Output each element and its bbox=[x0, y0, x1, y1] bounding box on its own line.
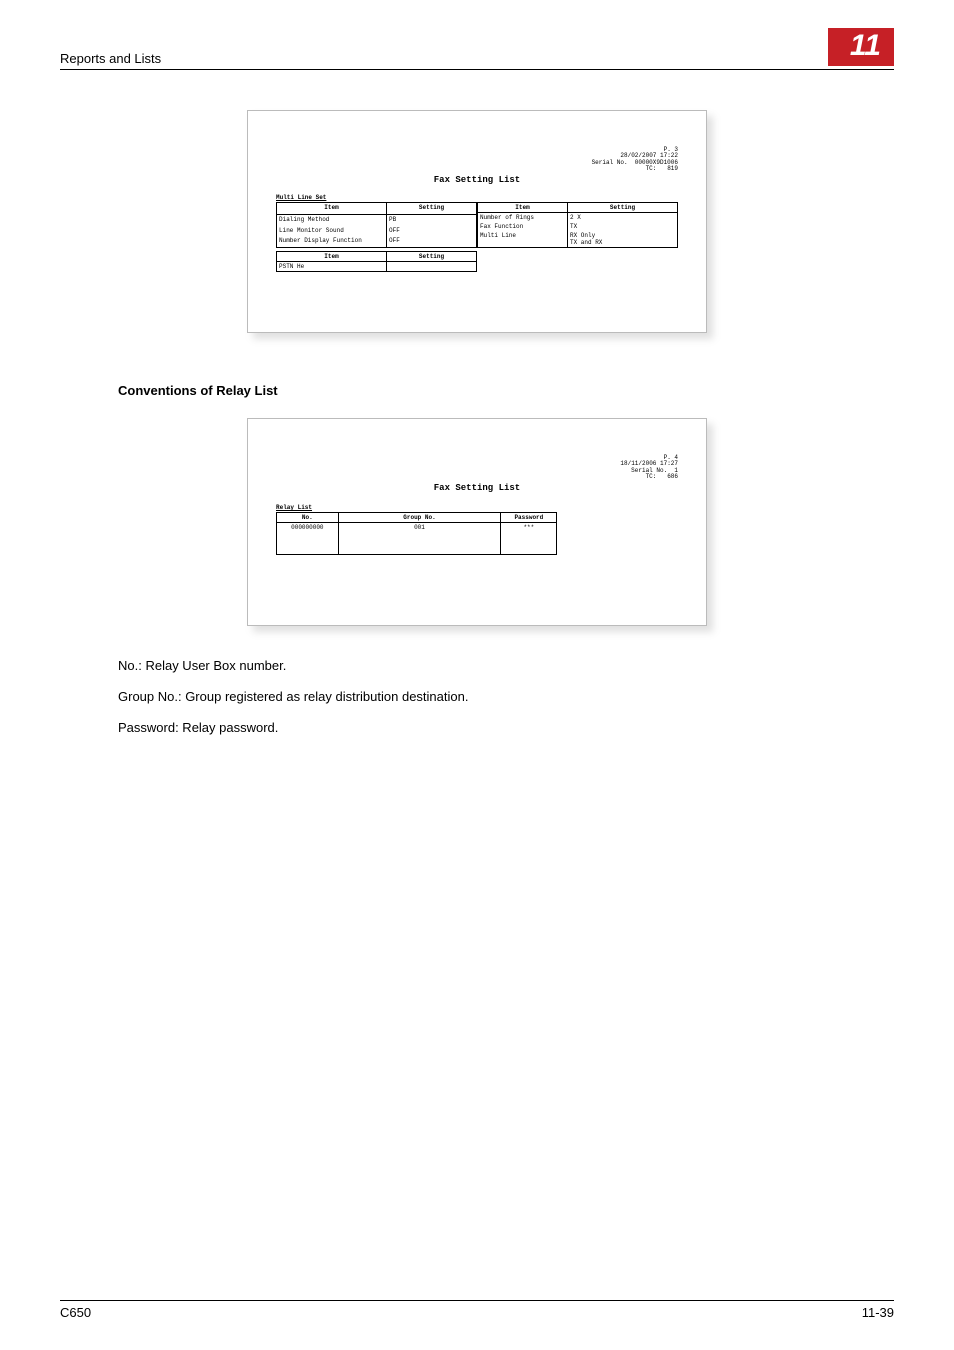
td-setting: OFF bbox=[387, 236, 477, 247]
page-footer: C650 11-39 bbox=[60, 1300, 894, 1320]
td-item: Multi Line bbox=[478, 231, 568, 248]
settings-table-left: Item Setting Dialing Method PB Line Moni… bbox=[276, 202, 477, 248]
th-setting: Setting bbox=[568, 203, 678, 213]
report-section-label: Relay List bbox=[276, 504, 678, 511]
report-section-label: Multi Line Set bbox=[276, 194, 678, 201]
td-item: Fax Function bbox=[478, 222, 568, 231]
page-header: Reports and Lists 11 bbox=[60, 28, 894, 70]
td-setting: 2 X bbox=[568, 213, 678, 223]
th-item: Item bbox=[277, 252, 387, 262]
td-item: PSTN He bbox=[277, 262, 387, 272]
report-title: Fax Setting List bbox=[276, 483, 678, 493]
td-no: 000000000 bbox=[277, 523, 339, 555]
meta-tc-label: TC: bbox=[646, 473, 657, 480]
heading-conventions-relay-list: Conventions of Relay List bbox=[118, 383, 894, 398]
section-title: Reports and Lists bbox=[60, 51, 161, 66]
chapter-number-badge: 11 bbox=[828, 28, 894, 66]
td-setting: TX bbox=[568, 222, 678, 231]
meta-tc-value: 686 bbox=[667, 473, 678, 480]
note-group: Group No.: Group registered as relay dis… bbox=[118, 687, 894, 708]
report-meta: P. 4 18/11/2006 17:27 Serial No. 1 TC: 6… bbox=[276, 455, 678, 480]
figure-fax-setting-list: P. 3 28/02/2007 17:22 Serial No. 00000X9… bbox=[247, 110, 707, 333]
td-item: Line Monitor Sound bbox=[277, 226, 387, 237]
td-setting: RX Only TX and RX bbox=[568, 231, 678, 248]
td-setting: OFF bbox=[387, 226, 477, 237]
settings-table-bottom: Item Setting PSTN He bbox=[276, 251, 477, 272]
note-no: No.: Relay User Box number. bbox=[118, 656, 894, 677]
th-setting: Setting bbox=[387, 203, 477, 215]
td-item: Number Display Function bbox=[277, 236, 387, 247]
note-password: Password: Relay password. bbox=[118, 718, 894, 739]
th-password: Password bbox=[501, 513, 557, 523]
td-setting: PB bbox=[387, 215, 477, 226]
td-setting bbox=[387, 262, 477, 272]
footer-left: C650 bbox=[60, 1305, 91, 1320]
td-group: 001 bbox=[338, 523, 501, 555]
report-title: Fax Setting List bbox=[276, 175, 678, 185]
td-item: Dialing Method bbox=[277, 215, 387, 226]
th-item: Item bbox=[277, 203, 387, 215]
settings-table-right: Item Setting Number of Rings 2 X Fax Fun… bbox=[477, 202, 678, 248]
td-password: *** bbox=[501, 523, 557, 555]
meta-tc-label: TC: bbox=[646, 165, 657, 172]
th-group: Group No. bbox=[338, 513, 501, 523]
meta-tc-value: 819 bbox=[667, 165, 678, 172]
figure-relay-list: P. 4 18/11/2006 17:27 Serial No. 1 TC: 6… bbox=[247, 418, 707, 626]
td-item: Number of Rings bbox=[478, 213, 568, 223]
th-item: Item bbox=[478, 203, 568, 213]
th-no: No. bbox=[277, 513, 339, 523]
report-meta: P. 3 28/02/2007 17:22 Serial No. 00000X9… bbox=[276, 147, 678, 172]
th-setting: Setting bbox=[387, 252, 477, 262]
meta-serial-label: Serial No. bbox=[592, 159, 628, 166]
footer-right: 11-39 bbox=[862, 1305, 894, 1320]
relay-table: No. Group No. Password 000000000 001 *** bbox=[276, 512, 557, 555]
